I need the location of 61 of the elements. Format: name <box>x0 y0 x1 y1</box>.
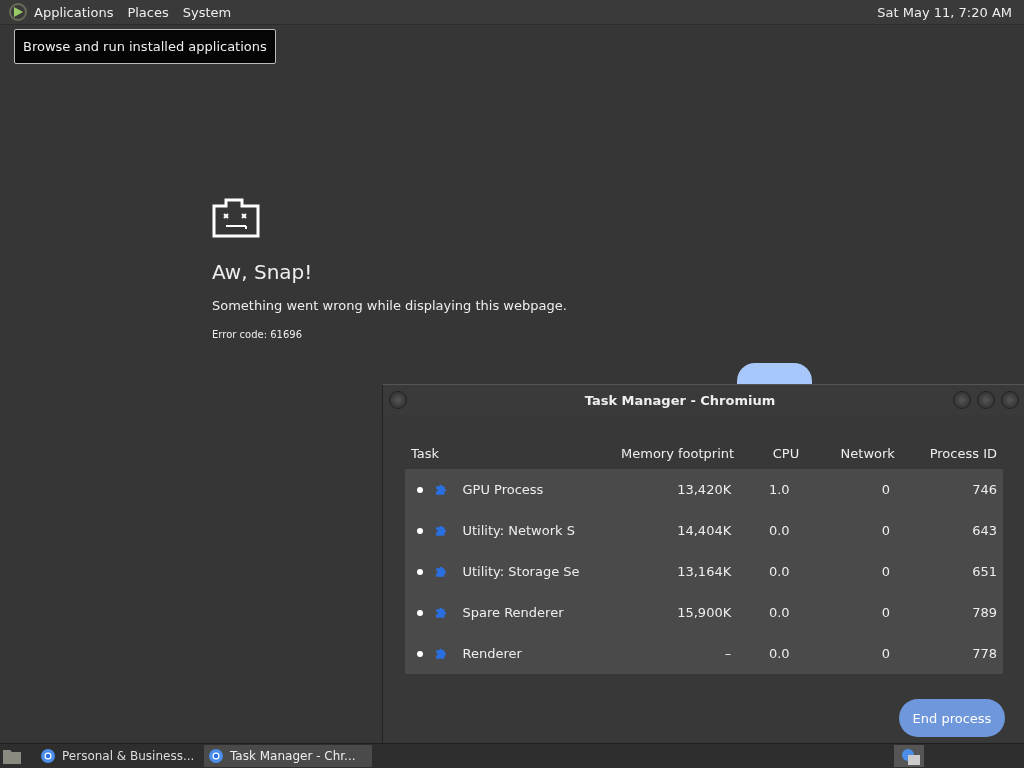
table-cell-text: 0 <box>880 646 890 661</box>
menu-item[interactable]: System <box>182 4 232 20</box>
play-icon[interactable] <box>8 2 28 22</box>
error-title: Aw, Snap! <box>212 260 314 284</box>
table-cell-text: 14,404K <box>676 523 732 538</box>
taskbar-button[interactable]: Personal & Business... <box>36 745 204 767</box>
table-cell-text: 0.0 <box>767 564 790 579</box>
window-title: Task Manager - Chromium <box>583 392 777 408</box>
browser-icon <box>208 748 224 764</box>
table-cell-text: 789 <box>971 605 997 620</box>
table-cell-text: 13,420K <box>676 482 732 497</box>
table-cell-text: 15,900K <box>676 605 732 620</box>
bullet-icon <box>417 486 423 493</box>
puzzle-icon <box>434 524 448 537</box>
clock: Sat May 11, 7:20 AM <box>877 4 1013 20</box>
puzzle-icon <box>434 647 448 660</box>
taskbar-button[interactable]: Task Manager - Chr... <box>204 745 372 767</box>
menu-item[interactable]: Applications <box>34 4 114 20</box>
table-cell-text: 0 <box>880 605 890 620</box>
table-cell-text: Utility: Storage Se <box>462 564 581 579</box>
error-code: Error code: 61696 <box>212 329 304 340</box>
table-cell-text: 0.0 <box>767 646 790 661</box>
table-cell-text: 643 <box>971 523 997 538</box>
table-cell-text: 651 <box>971 564 997 579</box>
table-cell-text: 0.0 <box>767 523 790 538</box>
puzzle-icon <box>434 606 448 619</box>
table-cell-text: – <box>723 646 732 661</box>
close-button[interactable] <box>1001 391 1019 409</box>
table-cell-text: 13,164K <box>676 564 732 579</box>
bullet-icon <box>417 609 423 616</box>
sad-folder-icon <box>212 198 260 238</box>
table-cell-text: 0 <box>880 564 890 579</box>
table-cell-text: 0.0 <box>767 605 790 620</box>
tooltip: Browse and run installed applications <box>14 29 276 64</box>
bullet-icon <box>417 527 423 534</box>
error-message: Something went wrong while displaying this webpage. <box>212 298 567 313</box>
column-header[interactable]: Memory footprint <box>594 445 735 461</box>
table-cell-text: Renderer <box>462 646 523 661</box>
table-cell-text: 1.0 <box>767 482 790 497</box>
bullet-icon <box>417 650 423 657</box>
table-cell-text: Utility: Network S <box>462 523 576 538</box>
monitor-icon[interactable] <box>894 745 924 767</box>
table-cell-text: 746 <box>971 482 997 497</box>
puzzle-icon <box>434 565 448 578</box>
folder-icon[interactable] <box>2 747 22 765</box>
minimize-button[interactable] <box>953 391 971 409</box>
bullet-icon <box>417 568 423 575</box>
menu-item[interactable]: Places <box>127 4 169 20</box>
column-header[interactable]: Task <box>411 445 595 461</box>
browser-icon <box>40 748 56 764</box>
table-cell-text: 0 <box>880 482 890 497</box>
table-cell-text: GPU Process <box>462 482 545 497</box>
window-menu-button[interactable] <box>389 391 407 409</box>
puzzle-icon <box>434 483 448 496</box>
maximize-button[interactable] <box>977 391 995 409</box>
column-header[interactable]: Process ID <box>894 445 997 461</box>
table-cell-text: 0 <box>880 523 890 538</box>
column-header[interactable]: CPU <box>734 445 800 461</box>
table-cell-text: Spare Renderer <box>462 605 565 620</box>
column-header[interactable]: Network <box>799 445 895 461</box>
table-cell-text: 778 <box>971 646 997 661</box>
